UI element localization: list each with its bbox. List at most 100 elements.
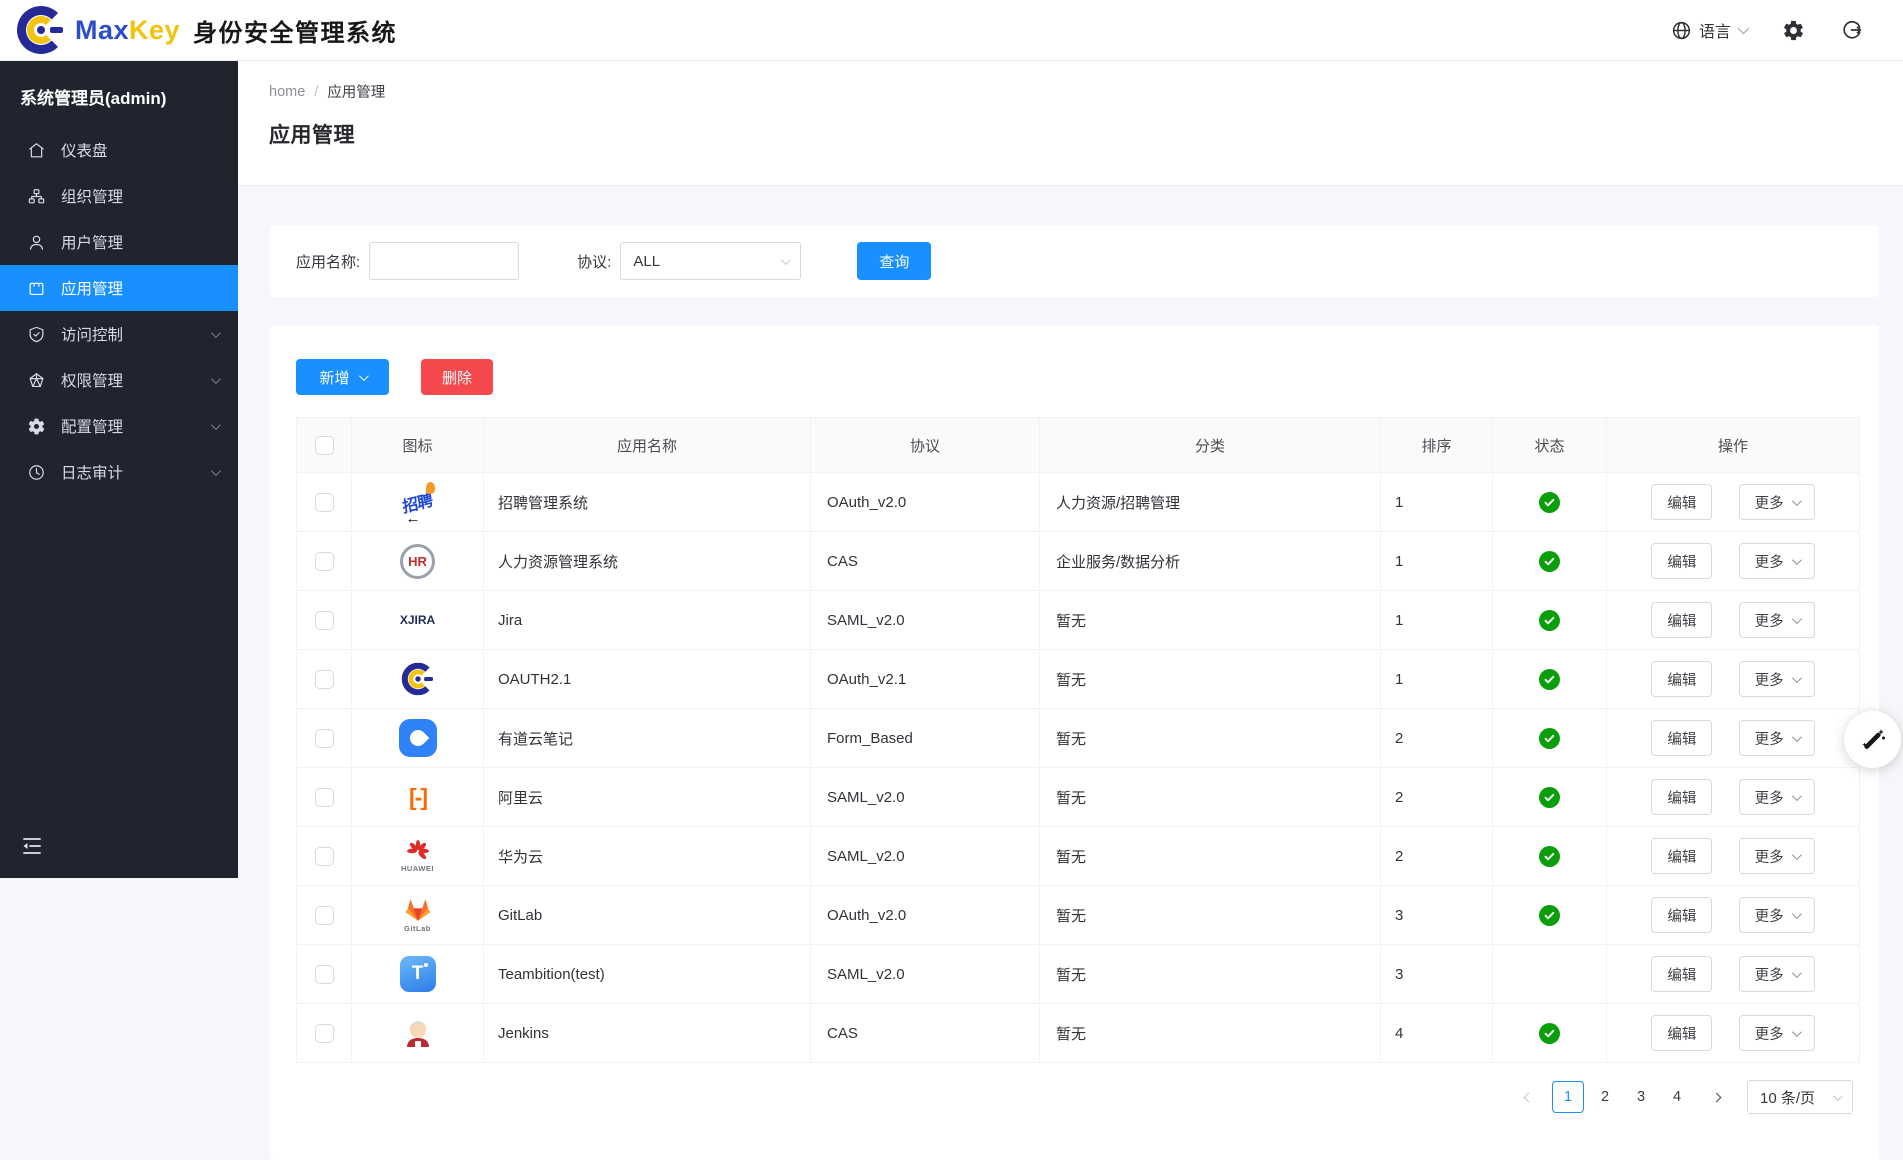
status-active-icon (1539, 669, 1560, 690)
app-protocol: SAML_v2.0 (811, 768, 1040, 827)
sidebar-item-label: 用户管理 (61, 231, 123, 253)
app-name: GitLab (484, 886, 811, 945)
edit-button[interactable]: 编辑 (1651, 661, 1712, 697)
app-category: 暂无 (1040, 886, 1381, 945)
theme-wand-button[interactable] (1844, 711, 1901, 768)
edit-button[interactable]: 编辑 (1651, 720, 1712, 756)
sidebar-item-audit[interactable]: 日志审计 (0, 449, 238, 495)
more-button[interactable]: 更多 (1739, 1015, 1815, 1051)
maxkey-logo-icon (16, 5, 66, 55)
edit-button[interactable]: 编辑 (1651, 602, 1712, 638)
page-3-button[interactable]: 3 (1626, 1081, 1656, 1113)
edit-button[interactable]: 编辑 (1651, 956, 1712, 992)
column-app-name: 应用名称 (484, 418, 811, 473)
chevron-down-icon (1792, 614, 1802, 624)
row-checkbox[interactable] (315, 847, 334, 866)
more-button[interactable]: 更多 (1739, 897, 1815, 933)
next-page-button[interactable] (1701, 1081, 1731, 1113)
logout-button[interactable] (1841, 19, 1863, 41)
sidebar-item-permission[interactable]: 权限管理 (0, 357, 238, 403)
teambition-app-icon: T (400, 956, 436, 992)
select-all-checkbox[interactable] (315, 436, 334, 455)
sidebar-item-config[interactable]: 配置管理 (0, 403, 238, 449)
topbar-actions: 语言 (1671, 18, 1873, 42)
chevron-down-icon (781, 255, 791, 265)
page-title: 应用管理 (269, 119, 1903, 149)
huawei-app-icon: HUAWEI (401, 839, 434, 873)
more-button[interactable]: 更多 (1739, 484, 1815, 520)
edit-button[interactable]: 编辑 (1651, 1015, 1712, 1051)
app-sort: 1 (1381, 532, 1493, 591)
app-sort: 1 (1381, 473, 1493, 532)
row-checkbox[interactable] (315, 788, 334, 807)
gitlab-app-icon: GitLab (403, 897, 433, 933)
settings-button[interactable] (1782, 19, 1805, 42)
row-checkbox[interactable] (315, 552, 334, 571)
sidebar-item-label: 组织管理 (61, 185, 123, 207)
collapse-sidebar-button[interactable] (20, 835, 44, 862)
edit-button[interactable]: 编辑 (1651, 897, 1712, 933)
app-category: 暂无 (1040, 591, 1381, 650)
more-button[interactable]: 更多 (1739, 602, 1815, 638)
edit-button[interactable]: 编辑 (1651, 543, 1712, 579)
search-button[interactable]: 查询 (857, 242, 931, 280)
more-button[interactable]: 更多 (1739, 779, 1815, 815)
row-checkbox[interactable] (315, 493, 334, 512)
table-row: 有道云笔记 Form_Based 暂无 2 编辑 更多 (297, 709, 1860, 768)
sidebar-item-user[interactable]: 用户管理 (0, 219, 238, 265)
app-protocol: SAML_v2.0 (811, 945, 1040, 1004)
sidebar-item-app[interactable]: 应用管理 (0, 265, 238, 311)
app-category: 暂无 (1040, 945, 1381, 1004)
chevron-down-icon (1833, 1091, 1843, 1101)
more-button[interactable]: 更多 (1739, 720, 1815, 756)
brand-name: MaxKey (75, 15, 180, 46)
app-name: OAUTH2.1 (484, 650, 811, 709)
more-button[interactable]: 更多 (1739, 956, 1815, 992)
row-checkbox[interactable] (315, 1024, 334, 1043)
page-2-button[interactable]: 2 (1590, 1081, 1620, 1113)
more-button[interactable]: 更多 (1739, 838, 1815, 874)
edit-button[interactable]: 编辑 (1651, 838, 1712, 874)
sidebar-item-dashboard[interactable]: 仪表盘 (0, 127, 238, 173)
status-active-icon (1539, 492, 1560, 513)
app-name-input[interactable] (369, 242, 519, 280)
sidebar-item-org[interactable]: 组织管理 (0, 173, 238, 219)
edit-button[interactable]: 编辑 (1651, 484, 1712, 520)
breadcrumb-home[interactable]: home (269, 84, 305, 100)
protocol-select[interactable]: ALL (620, 242, 801, 280)
edit-button[interactable]: 编辑 (1651, 779, 1712, 815)
more-button[interactable]: 更多 (1739, 661, 1815, 697)
row-checkbox[interactable] (315, 611, 334, 630)
gem-icon (27, 371, 46, 390)
app-protocol: CAS (811, 1004, 1040, 1063)
page-4-button[interactable]: 4 (1662, 1081, 1692, 1113)
add-button[interactable]: 新增 (296, 359, 389, 395)
sidebar-item-access[interactable]: 访问控制 (0, 311, 238, 357)
status-active-icon (1539, 728, 1560, 749)
page-size-select[interactable]: 10 条/页 (1747, 1080, 1853, 1114)
status-active-icon (1539, 905, 1560, 926)
row-checkbox[interactable] (315, 729, 334, 748)
more-button[interactable]: 更多 (1739, 543, 1815, 579)
sidebar-item-label: 配置管理 (61, 415, 123, 437)
sidebar-user: 系统管理员(admin) (0, 61, 238, 127)
app-sort: 3 (1381, 886, 1493, 945)
delete-button[interactable]: 删除 (421, 359, 493, 395)
chevron-down-icon (1738, 23, 1749, 34)
row-checkbox[interactable] (315, 906, 334, 925)
column-status: 状态 (1493, 418, 1607, 473)
prev-page-button[interactable] (1513, 1081, 1543, 1113)
app-category: 暂无 (1040, 1004, 1381, 1063)
status-active-icon (1539, 610, 1560, 631)
row-checkbox[interactable] (315, 670, 334, 689)
language-menu[interactable]: 语言 (1671, 18, 1746, 42)
column-category: 分类 (1040, 418, 1381, 473)
sidebar-item-label: 权限管理 (61, 369, 123, 391)
app-sort: 2 (1381, 768, 1493, 827)
app-header: MaxKey 身份安全管理系统 语言 (0, 0, 1903, 61)
chevron-left-icon (1523, 1092, 1533, 1102)
page-1-button[interactable]: 1 (1552, 1081, 1584, 1113)
row-checkbox[interactable] (315, 965, 334, 984)
sidebar-item-label: 仪表盘 (61, 139, 108, 161)
breadcrumb: home / 应用管理 (269, 81, 1903, 102)
